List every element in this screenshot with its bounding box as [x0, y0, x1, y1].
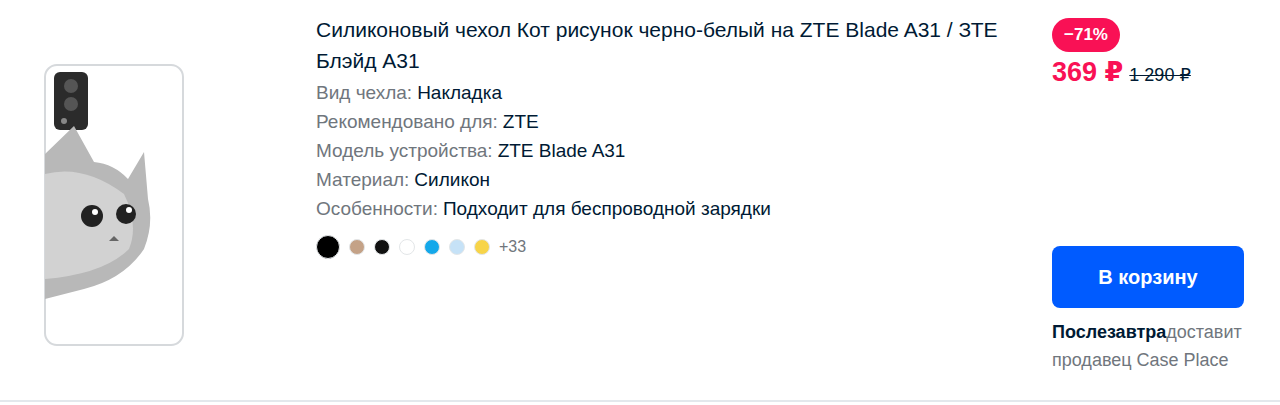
spec-value: ZTE	[503, 111, 539, 132]
current-price: 369 ₽	[1052, 56, 1123, 88]
color-swatch[interactable]	[449, 239, 465, 255]
old-price: 1 290 ₽	[1129, 64, 1191, 86]
price-row: 369 ₽ 1 290 ₽	[1052, 56, 1191, 88]
spec-row: Модель устройства:ZTE Blade A31	[316, 136, 1022, 165]
color-swatch[interactable]	[399, 239, 415, 255]
more-colors[interactable]: +33	[499, 238, 526, 256]
delivery-text: доставит	[1166, 322, 1241, 342]
phone-case-icon	[44, 64, 184, 346]
spec-label: Рекомендовано для:	[316, 111, 498, 132]
spec-row: Рекомендовано для:ZTE	[316, 107, 1022, 136]
color-swatch[interactable]	[374, 239, 390, 255]
spec-row: Вид чехла:Накладка	[316, 78, 1022, 107]
product-card: Силиконовый чехол Кот рисунок черно-белы…	[0, 0, 1280, 402]
spec-value: Накладка	[417, 82, 502, 103]
delivery-info: Послезавтрадоставит продавец Case Place	[1052, 318, 1242, 374]
spec-list: Вид чехла:НакладкаРекомендовано для:ZTEМ…	[316, 78, 1022, 223]
color-swatch[interactable]	[424, 239, 440, 255]
spec-label: Вид чехла:	[316, 82, 412, 103]
delivery-day: Послезавтра	[1052, 322, 1166, 342]
spec-row: Особенности:Подходит для беспроводной за…	[316, 194, 1022, 223]
discount-badge: −71%	[1052, 18, 1120, 52]
spec-value: Подходит для беспроводной зарядки	[443, 198, 771, 219]
product-title[interactable]: Силиконовый чехол Кот рисунок черно-белы…	[316, 14, 1016, 76]
seller[interactable]: продавец Case Place	[1052, 346, 1242, 374]
add-to-cart-button[interactable]: В корзину	[1052, 246, 1244, 308]
spec-row: Материал:Силикон	[316, 165, 1022, 194]
spec-label: Модель устройства:	[316, 140, 493, 161]
spec-label: Материал:	[316, 169, 409, 190]
spec-value: ZTE Blade A31	[498, 140, 626, 161]
color-swatch[interactable]	[349, 239, 365, 255]
product-image[interactable]	[0, 0, 316, 400]
spec-value: Силикон	[414, 169, 490, 190]
color-options: +33	[316, 235, 1022, 259]
color-swatch[interactable]	[316, 235, 340, 259]
spec-label: Особенности:	[316, 198, 438, 219]
color-swatch[interactable]	[474, 239, 490, 255]
